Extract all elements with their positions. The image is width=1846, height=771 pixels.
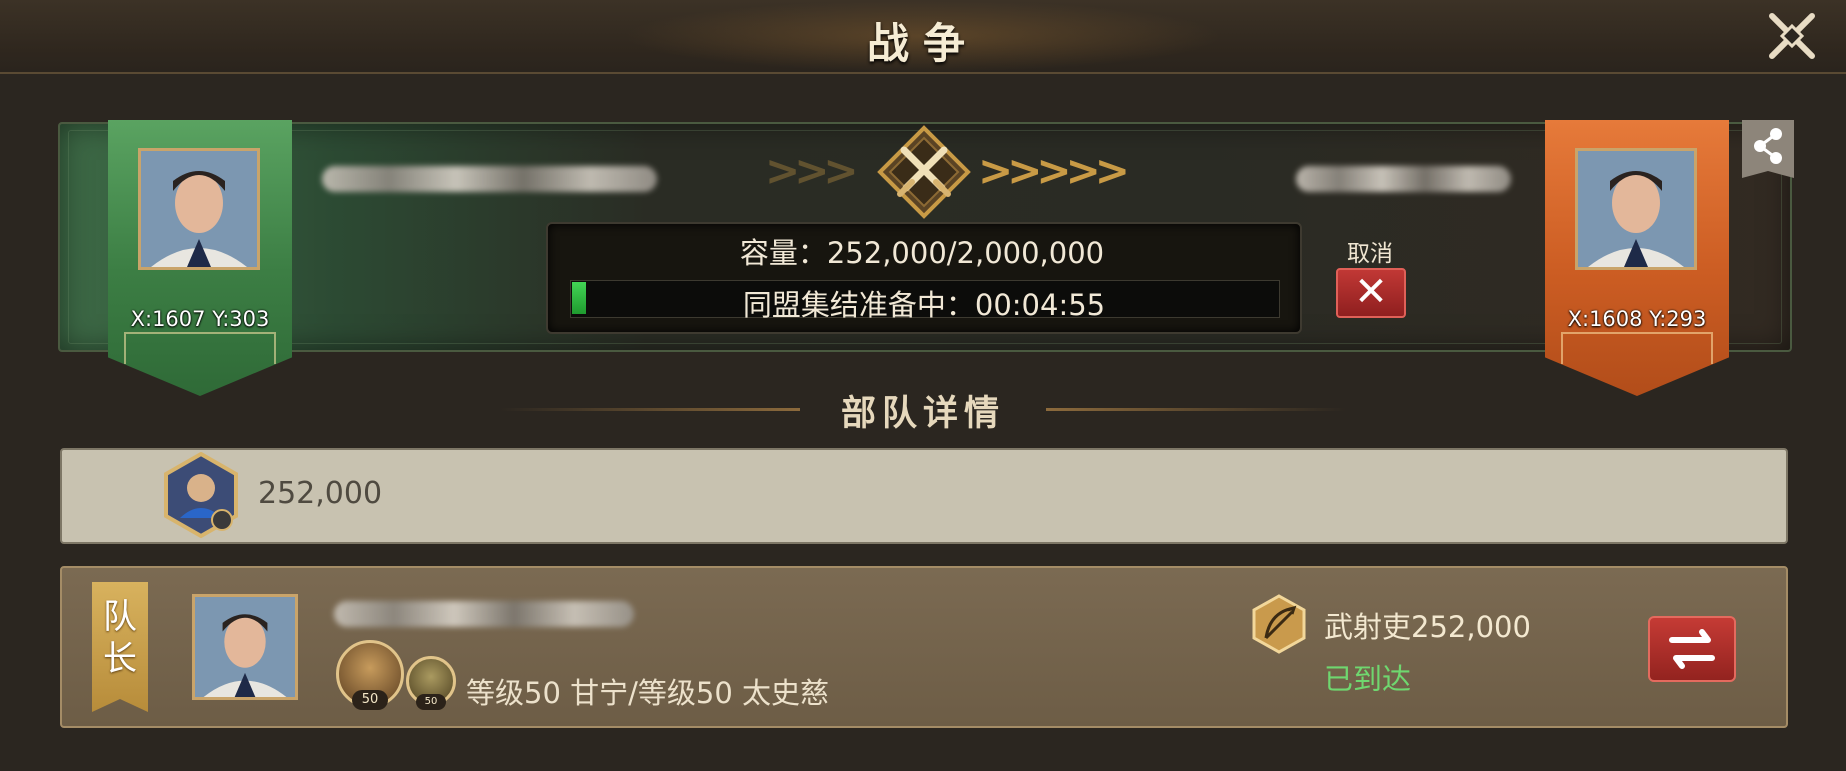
troop-total-icon (162, 451, 240, 539)
archer-unit-icon (1252, 594, 1306, 654)
attacker-coordinates[interactable]: X:1607 Y:303 (108, 307, 292, 331)
return-troops-button[interactable] (1648, 616, 1736, 682)
right-arrows-icon: >>>>> (978, 146, 1130, 195)
hero-1-level-badge: 50 (352, 690, 388, 710)
defender-name-blurred (1296, 166, 1511, 192)
share-icon (1754, 128, 1782, 164)
leader-avatar[interactable] (192, 594, 298, 700)
cancel-label: 取消 (1347, 241, 1393, 267)
page-title: 战争 (866, 19, 979, 68)
leader-tag-label: 队长 (103, 597, 137, 679)
hero-2-level-badge: 50 (416, 694, 446, 710)
capacity-text: 容量：252,000/2,000,000 (739, 236, 1105, 270)
hero-levels-text: 等级50 甘宁/等级50 太史慈 (466, 676, 830, 710)
rally-status-timer: 同盟集结准备中：00:04:55 (742, 288, 1106, 322)
leader-row (60, 566, 1788, 728)
attacker-avatar[interactable] (138, 148, 260, 270)
share-button[interactable] (1742, 120, 1794, 178)
swap-arrows-icon (1669, 629, 1715, 669)
arrival-status: 已到达 (1324, 662, 1412, 696)
cancel-rally-button[interactable]: ✕ (1336, 268, 1406, 318)
left-arrows-icon: >>> (765, 146, 859, 195)
total-troops-value: 252,000 (258, 476, 383, 511)
leader-name-blurred (334, 601, 634, 627)
crossed-swords-icon (876, 124, 972, 220)
troop-details-heading: 部队详情 (840, 393, 1005, 434)
troop-type-count: 武射吏252,000 (1324, 610, 1531, 644)
defender-avatar[interactable] (1575, 148, 1697, 270)
attacker-name-blurred (322, 166, 657, 192)
close-icon (1769, 13, 1815, 59)
close-button[interactable] (1762, 6, 1822, 66)
defender-coordinates[interactable]: X:1608 Y:293 (1545, 307, 1729, 331)
